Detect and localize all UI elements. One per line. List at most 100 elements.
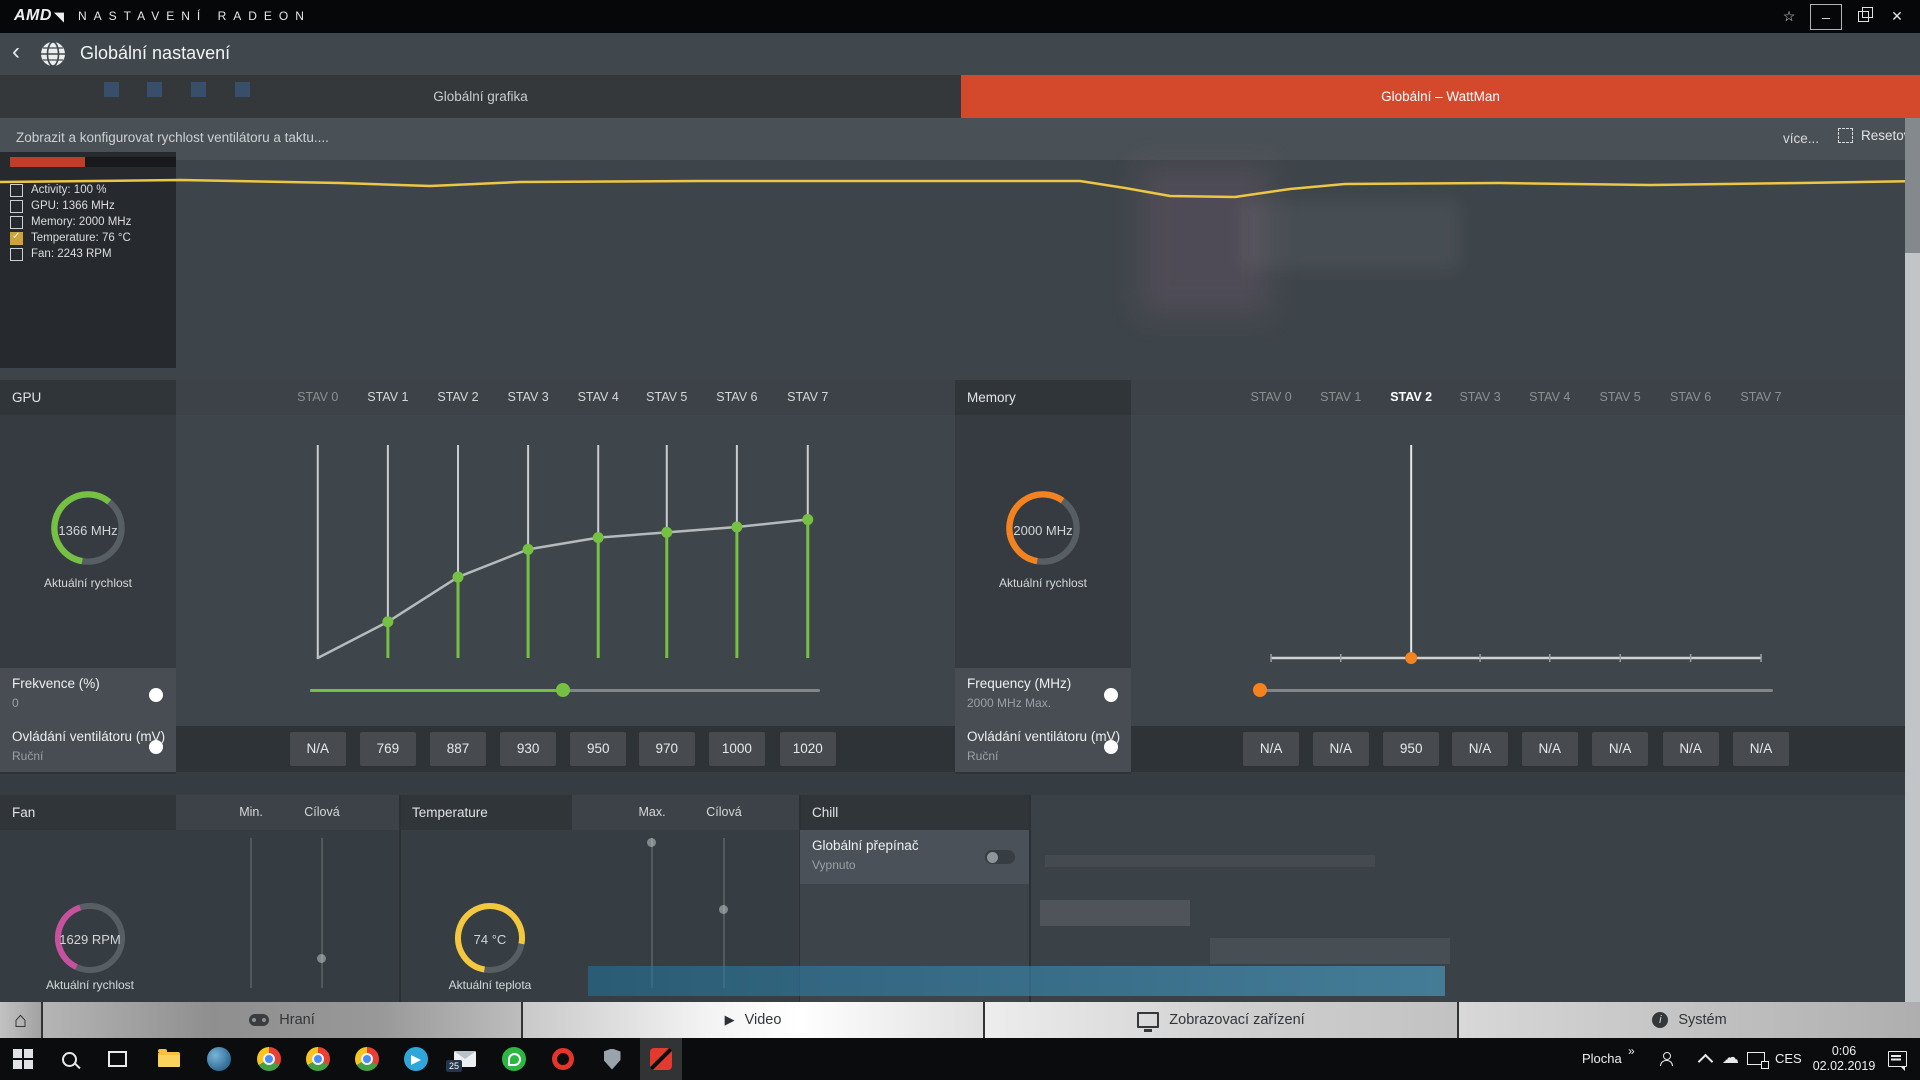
scrollbar[interactable]	[1905, 118, 1920, 1002]
tab-label: Globální grafika	[433, 89, 528, 104]
minimize-button[interactable]: –	[1810, 4, 1842, 30]
fan-min-slider[interactable]	[250, 838, 252, 988]
back-button[interactable]: ‹	[12, 38, 20, 66]
tab-global-graphics[interactable]: Globální grafika	[0, 75, 961, 118]
legend-checkbox[interactable]	[10, 184, 23, 197]
toggle[interactable]	[149, 740, 163, 754]
mail-button[interactable]: 25	[444, 1038, 486, 1080]
slider-thumb[interactable]	[556, 683, 570, 697]
legend-checkbox[interactable]	[10, 200, 23, 213]
browser-button[interactable]	[198, 1038, 240, 1080]
state-value[interactable]: 950	[1383, 732, 1439, 766]
chrome-button-1[interactable]	[248, 1038, 290, 1080]
gpu-frequency-curve[interactable]	[176, 415, 955, 668]
state-tab[interactable]: STAV 6	[716, 380, 757, 415]
nav-home[interactable]: ⌂	[0, 1002, 41, 1038]
state-tab[interactable]: STAV 6	[1670, 380, 1711, 415]
state-value[interactable]: 887	[430, 732, 486, 766]
memory-frequency-slider[interactable]	[1255, 683, 1773, 697]
toggle[interactable]	[149, 688, 163, 702]
state-tab[interactable]: STAV 0	[1250, 380, 1291, 415]
fan-target-slider-thumb[interactable]	[317, 954, 326, 963]
antivirus-button[interactable]	[591, 1038, 633, 1080]
state-value[interactable]: N/A	[1592, 732, 1648, 766]
state-tab[interactable]: STAV 7	[1740, 380, 1781, 415]
state-value[interactable]: N/A	[1522, 732, 1578, 766]
state-value[interactable]: 930	[500, 732, 556, 766]
state-value[interactable]: 970	[639, 732, 695, 766]
state-tab[interactable]: STAV 2	[437, 380, 478, 415]
chrome-button-3[interactable]	[346, 1038, 388, 1080]
state-value[interactable]: N/A	[1243, 732, 1299, 766]
state-tab[interactable]: STAV 4	[578, 380, 619, 415]
tab-global-wattman[interactable]: Globální – WattMan	[961, 75, 1920, 118]
action-center-icon[interactable]	[1888, 1051, 1907, 1067]
radeon-settings-button[interactable]	[640, 1038, 682, 1080]
telegram-icon	[404, 1047, 428, 1071]
slider-track[interactable]	[1255, 689, 1773, 692]
more-link[interactable]: více...	[1783, 131, 1819, 146]
chrome-button-2[interactable]	[297, 1038, 339, 1080]
chill-toggle[interactable]	[985, 850, 1015, 864]
state-tab[interactable]: STAV 3	[507, 380, 548, 415]
state-tab[interactable]: STAV 5	[646, 380, 687, 415]
clock[interactable]: 0:06 02.02.2019	[1808, 1044, 1880, 1074]
state-tab[interactable]: STAV 1	[367, 380, 408, 415]
legend-item[interactable]: Fan: 2243 RPM	[10, 246, 172, 262]
bottom-navigation: ⌂ Hraní ▶ Video Zobrazovací zařízení Sys…	[0, 1002, 1920, 1038]
slider-thumb[interactable]	[1253, 683, 1267, 697]
people-icon[interactable]	[1660, 1052, 1673, 1065]
nav-video[interactable]: ▶ Video	[521, 1002, 983, 1038]
state-value[interactable]: N/A	[1663, 732, 1719, 766]
legend-item[interactable]: Activity: 100 %	[10, 182, 172, 198]
state-value[interactable]: 769	[360, 732, 416, 766]
language-indicator[interactable]: CES	[1775, 1051, 1802, 1066]
toolbar-overflow-icon[interactable]: »	[1628, 1044, 1635, 1058]
state-tab[interactable]: STAV 2	[1390, 380, 1432, 415]
legend-checkbox[interactable]	[10, 248, 23, 261]
nav-system[interactable]: Systém	[1457, 1002, 1920, 1038]
legend-item[interactable]: Temperature: 76 °C	[10, 230, 172, 246]
maximize-button[interactable]	[1846, 4, 1880, 30]
telegram-button[interactable]	[395, 1038, 437, 1080]
nav-gaming[interactable]: Hraní	[41, 1002, 521, 1038]
gpu-frequency-slider[interactable]	[310, 683, 820, 697]
temp-target-slider-thumb[interactable]	[719, 905, 728, 914]
temp-max-slider-thumb[interactable]	[647, 838, 656, 847]
show-hidden-icons-chevron[interactable]	[1698, 1054, 1714, 1070]
legend-item[interactable]: Memory: 2000 MHz	[10, 214, 172, 230]
whatsapp-button[interactable]	[493, 1038, 535, 1080]
file-explorer-button[interactable]	[148, 1038, 190, 1080]
state-tab[interactable]: STAV 3	[1459, 380, 1500, 415]
state-tab[interactable]: STAV 1	[1320, 380, 1361, 415]
close-button[interactable]: ✕	[1880, 4, 1914, 30]
legend-item[interactable]: GPU: 1366 MHz	[10, 198, 172, 214]
state-value[interactable]: 950	[570, 732, 626, 766]
state-tab[interactable]: STAV 4	[1529, 380, 1570, 415]
state-value[interactable]: N/A	[1733, 732, 1789, 766]
network-icon[interactable]	[1747, 1052, 1765, 1065]
state-value[interactable]: 1020	[780, 732, 836, 766]
legend-checkbox[interactable]	[10, 216, 23, 229]
favorite-star-icon[interactable]: ☆	[1772, 4, 1806, 30]
task-view-button[interactable]	[96, 1038, 138, 1080]
toggle[interactable]	[1104, 740, 1118, 754]
fan-target-slider[interactable]	[321, 838, 323, 988]
start-button[interactable]	[2, 1038, 44, 1080]
scrollbar-thumb[interactable]	[1905, 118, 1920, 253]
search-button[interactable]	[48, 1038, 90, 1080]
state-tab[interactable]: STAV 0	[297, 380, 338, 415]
onedrive-icon[interactable]: ☁	[1722, 1048, 1739, 1068]
state-tab[interactable]: STAV 5	[1600, 380, 1641, 415]
desktop-toolbar[interactable]: Plocha	[1582, 1051, 1622, 1066]
state-value[interactable]: 1000	[709, 732, 765, 766]
state-tab[interactable]: STAV 7	[787, 380, 828, 415]
nav-displays[interactable]: Zobrazovací zařízení	[983, 1002, 1457, 1038]
state-value[interactable]: N/A	[290, 732, 346, 766]
toggle[interactable]	[1104, 688, 1118, 702]
state-value[interactable]: N/A	[1313, 732, 1369, 766]
legend-checkbox[interactable]	[10, 232, 23, 245]
opera-button[interactable]	[542, 1038, 584, 1080]
state-value[interactable]: N/A	[1452, 732, 1508, 766]
memory-frequency-curve[interactable]	[1131, 415, 1905, 668]
